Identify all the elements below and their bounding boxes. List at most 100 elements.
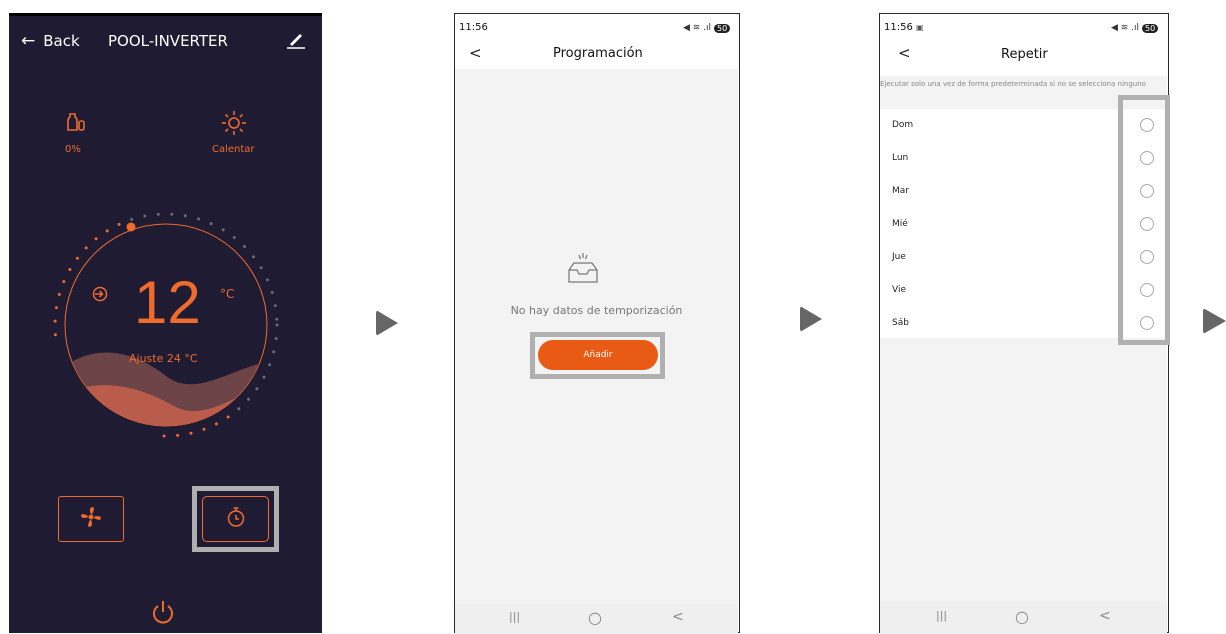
dial-dot <box>259 266 263 270</box>
android-navbar: ||| ○ < <box>455 604 738 634</box>
arrow-left-icon: ← <box>21 31 36 51</box>
dial-dot <box>156 212 160 216</box>
dial-dot <box>202 427 206 431</box>
back-chevron-icon[interactable]: < <box>469 44 482 62</box>
dial-dot <box>53 333 57 337</box>
dial-dot <box>252 255 255 259</box>
back-label: Back <box>43 32 80 50</box>
battery-icon: 50 <box>714 23 731 33</box>
dial-dot <box>265 278 269 282</box>
dial-dot <box>274 337 278 340</box>
timer-icon <box>225 506 247 532</box>
dial-dot <box>275 323 279 327</box>
dial-dot <box>214 422 218 426</box>
dial-dot <box>176 433 180 437</box>
signal-icon: ◀ ≋ .ıl <box>683 23 712 33</box>
dial-dot <box>272 350 276 354</box>
radios-highlight <box>1118 95 1170 345</box>
status-icons: ◀ ≋ .ıl 50 <box>1111 23 1159 33</box>
fan-icon <box>80 506 102 532</box>
add-button[interactable]: Añadir <box>538 340 658 370</box>
flow-arrow-2 <box>800 306 822 332</box>
screen-title: Programación <box>553 46 643 61</box>
dial-dot <box>105 229 109 233</box>
dial-dot <box>237 407 241 411</box>
power-icon[interactable] <box>150 599 176 629</box>
dial-dot <box>183 214 187 218</box>
dial-dot <box>226 415 230 419</box>
dial-dot <box>197 217 200 221</box>
status-icons: ◀ ≋ .ıl 50 <box>683 23 731 33</box>
empty-message: No hay datos de temporización <box>510 304 683 317</box>
input-icon <box>92 286 108 306</box>
dial-dot <box>53 319 57 323</box>
day-label: Jue <box>892 252 906 262</box>
dial-dot <box>243 245 246 248</box>
dial-dot <box>68 268 72 271</box>
sun-icon <box>221 110 247 140</box>
flow-arrow-1 <box>376 310 398 336</box>
back-chevron-icon[interactable]: < <box>898 44 911 62</box>
android-navbar: ||| ○ < <box>880 602 1167 634</box>
pool-inverter-screen: ← Back POOL-INVERTER 0% Calentar 12 °C A… <box>9 13 322 633</box>
timer-button[interactable] <box>202 496 269 542</box>
level-value: 0% <box>65 144 81 155</box>
dial-dot <box>189 431 193 435</box>
battery-icon: 50 <box>1142 23 1159 33</box>
temperature-unit: °C <box>220 287 235 301</box>
day-label: Dom <box>892 120 914 130</box>
day-label: Mar <box>892 186 909 196</box>
dial-dot <box>54 306 58 310</box>
status-time-text: 11:56 <box>884 22 913 33</box>
home-button[interactable]: ○ <box>1015 607 1029 626</box>
day-label: Sáb <box>892 318 909 328</box>
recent-apps-button[interactable]: ||| <box>936 609 947 622</box>
dial-dot <box>221 228 225 232</box>
home-button[interactable]: ○ <box>588 608 602 627</box>
setpoint-label: Ajuste 24 °C <box>129 352 198 365</box>
dial-dot <box>209 222 213 226</box>
dial-dot <box>62 280 66 284</box>
flow-arrow-3 <box>1203 308 1226 334</box>
signal-icon: ◀ ≋ .ıl <box>1111 23 1140 33</box>
dial-dot <box>262 375 266 379</box>
dial-dot <box>268 363 272 367</box>
dial-dot <box>130 217 134 221</box>
dial-dot <box>247 397 250 401</box>
dial-dot <box>84 246 88 250</box>
dial-dot <box>273 304 277 308</box>
current-temperature: 12 <box>134 269 201 336</box>
mode-value: Calentar <box>212 144 255 155</box>
repetir-screen: 11:56 ▣ ◀ ≋ .ıl 50 < Repetir Ejecutar so… <box>879 13 1170 634</box>
nav-back-button[interactable]: < <box>1099 608 1111 624</box>
dial-dot <box>57 292 61 296</box>
pencil-icon[interactable] <box>286 29 306 53</box>
bottle-icon <box>64 110 88 138</box>
dial-dot <box>255 387 259 391</box>
recent-apps-button[interactable]: ||| <box>509 610 520 623</box>
list-background <box>880 338 1167 602</box>
nav-back-button[interactable]: < <box>672 609 684 625</box>
screen-title: Repetir <box>1001 47 1048 62</box>
programacion-screen: 11:56 ◀ ≋ .ıl 50 < Programación No hay d… <box>454 13 740 634</box>
dial-dot <box>75 256 79 260</box>
dial-dot <box>232 236 236 239</box>
dial-dot <box>94 237 98 241</box>
dial-dot <box>117 222 121 226</box>
day-label: Vie <box>892 285 906 295</box>
dial-dot <box>162 434 166 438</box>
hint-text: Ejecutar solo una vez de forma predeterm… <box>880 80 1146 88</box>
page-title: POOL-INVERTER <box>108 32 228 50</box>
top-border <box>9 13 322 16</box>
day-label: Mié <box>892 219 908 229</box>
fan-button[interactable] <box>58 496 124 542</box>
dial-dot <box>170 212 174 216</box>
dial-dot <box>270 291 274 294</box>
empty-inbox-icon <box>565 252 601 290</box>
screenshot-icon: ▣ <box>916 23 924 32</box>
back-button[interactable]: ← Back <box>21 31 80 51</box>
dial-dot <box>143 214 147 218</box>
status-time: 11:56 <box>459 22 488 33</box>
status-time: 11:56 ▣ <box>884 22 924 33</box>
day-label: Lun <box>892 153 909 163</box>
